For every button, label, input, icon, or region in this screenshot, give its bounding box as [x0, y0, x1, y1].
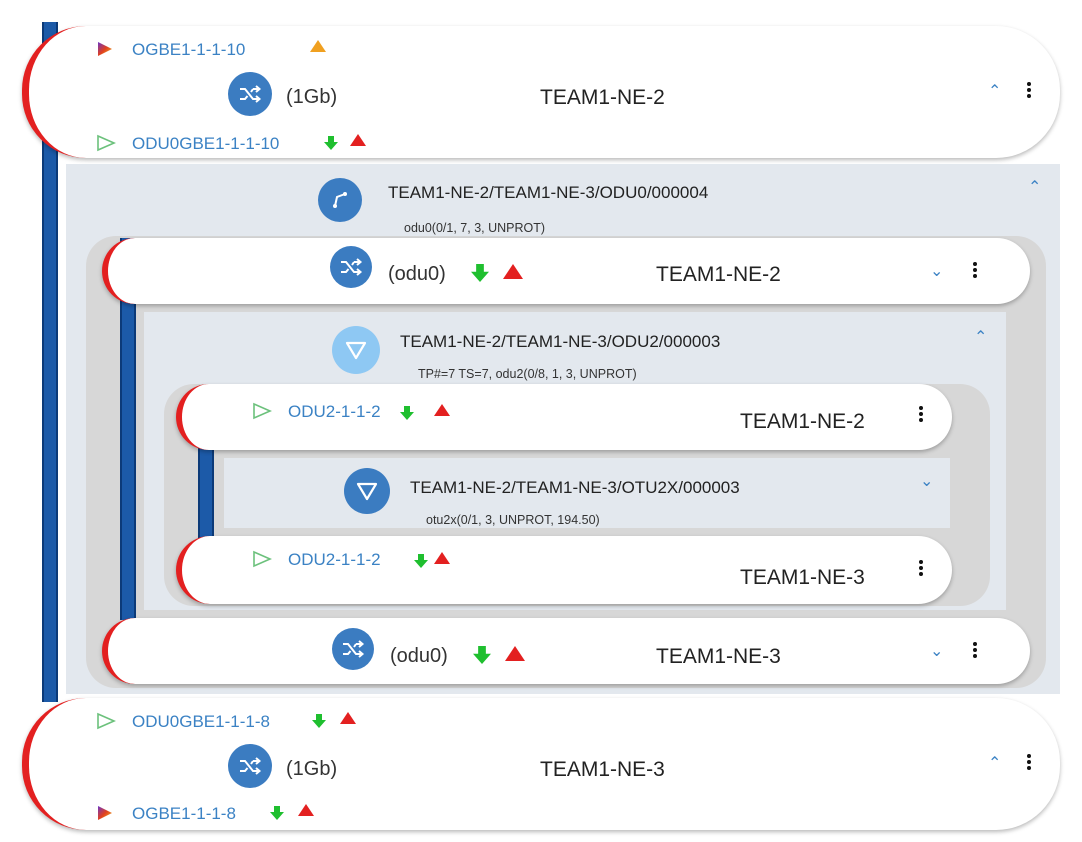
ok-arrow-down-icon	[471, 264, 489, 282]
odu0-node-a[interactable]	[102, 238, 1030, 304]
shuffle-icon	[240, 757, 262, 775]
odu2-connection-path[interactable]: TEAM1-NE-2/TEAM1-NE-3/ODU2/000003	[400, 332, 720, 352]
client-port-icon	[98, 42, 112, 56]
shuffle-icon	[240, 85, 262, 103]
unassigned-port-icon	[97, 134, 116, 152]
alarm-triangle-icon	[350, 134, 366, 146]
bottom-node-more-menu[interactable]	[1026, 754, 1032, 770]
odu0-connection-details: odu0(0/1, 7, 3, UNPROT)	[404, 221, 546, 235]
cross-connect-icon[interactable]	[228, 72, 272, 116]
odu0-node-a-rate: (odu0)	[388, 263, 446, 285]
odu2-node-a-more-menu[interactable]	[918, 406, 924, 422]
odu0-collapse-chevron-up-icon[interactable]: ⌃	[1028, 180, 1041, 196]
unassigned-port-icon	[97, 712, 116, 730]
top-node-more-menu[interactable]	[1026, 82, 1032, 98]
top-node-port-link[interactable]: OGBE1-1-1-10	[132, 40, 245, 60]
odu0-node-b-more-menu[interactable]	[972, 642, 978, 658]
bottom-node-ne-name: TEAM1-NE-3	[540, 758, 665, 781]
route-icon	[333, 192, 347, 208]
cross-connect-icon[interactable]	[332, 628, 374, 670]
otu2x-connection-path[interactable]: TEAM1-NE-2/TEAM1-NE-3/OTU2X/000003	[410, 478, 740, 498]
ok-arrow-down-icon	[400, 406, 414, 420]
odu0-connection-path[interactable]: TEAM1-NE-2/TEAM1-NE-3/ODU0/000004	[388, 183, 708, 203]
warning-triangle-icon	[310, 40, 326, 52]
bottom-node-collapse-chevron-up-icon[interactable]: ⌃	[988, 756, 1001, 772]
odu2-collapse-chevron-up-icon[interactable]: ⌃	[974, 330, 987, 346]
odu0-node-a-ne-name: TEAM1-NE-2	[656, 263, 781, 286]
alarm-triangle-icon	[298, 804, 314, 816]
odu2-node-b-more-menu[interactable]	[918, 560, 924, 576]
odu2-node-b-ne-name: TEAM1-NE-3	[740, 566, 865, 589]
odu0-node-a-more-menu[interactable]	[972, 262, 978, 278]
odu0-node-b[interactable]	[102, 618, 1030, 684]
otu2x-trail-icon[interactable]	[344, 468, 390, 514]
odu2-node-a-port-link[interactable]: ODU2-1-1-2	[288, 402, 381, 422]
unassigned-port-icon	[253, 550, 272, 568]
alarm-triangle-icon	[434, 552, 450, 564]
ok-arrow-down-icon	[324, 136, 338, 150]
unassigned-port-icon	[253, 402, 272, 420]
top-node-rate: (1Gb)	[286, 86, 338, 108]
shuffle-icon	[343, 640, 365, 658]
triangle-down-icon	[356, 482, 378, 501]
otu2x-connection-details: otu2x(0/1, 3, UNPROT, 194.50)	[426, 513, 600, 527]
odu2-trail-icon[interactable]	[332, 326, 380, 374]
alarm-triangle-icon	[503, 264, 523, 279]
odu0-node-b-expand-chevron-down-icon[interactable]: ⌄	[930, 644, 943, 660]
odu2-node-b-port-link[interactable]: ODU2-1-1-2	[288, 550, 381, 570]
alarm-triangle-icon	[340, 712, 356, 724]
ok-arrow-down-icon	[414, 554, 428, 568]
triangle-down-icon	[345, 341, 367, 360]
otu2x-expand-chevron-down-icon[interactable]: ⌄	[920, 474, 933, 490]
top-node-ne-name: TEAM1-NE-2	[540, 86, 665, 109]
ok-arrow-down-icon	[270, 806, 284, 820]
shuffle-icon	[341, 258, 363, 276]
client-port-icon	[98, 806, 112, 820]
ok-arrow-down-icon	[312, 714, 326, 728]
odu0-node-b-ne-name: TEAM1-NE-3	[656, 645, 781, 668]
top-node-sub-port-link[interactable]: ODU0GBE1-1-1-10	[132, 134, 279, 154]
odu0-node-a-expand-chevron-down-icon[interactable]: ⌄	[930, 264, 943, 280]
odu0-node-b-rate: (odu0)	[390, 645, 448, 667]
cross-connect-icon[interactable]	[228, 744, 272, 788]
odu2-connection-details: TP#=7 TS=7, odu2(0/8, 1, 3, UNPROT)	[418, 367, 637, 381]
bottom-node-rate: (1Gb)	[286, 758, 338, 780]
bottom-node-port-link[interactable]: OGBE1-1-1-8	[132, 804, 236, 824]
alarm-triangle-icon	[434, 404, 450, 416]
bottom-node-sub-port-link[interactable]: ODU0GBE1-1-1-8	[132, 712, 270, 732]
odu2-node-a-ne-name: TEAM1-NE-2	[740, 410, 865, 433]
ok-arrow-down-icon	[473, 646, 491, 664]
connection-route-icon[interactable]	[318, 178, 362, 222]
top-node-collapse-chevron-up-icon[interactable]: ⌃	[988, 84, 1001, 100]
cross-connect-icon[interactable]	[330, 246, 372, 288]
alarm-triangle-icon	[505, 646, 525, 661]
